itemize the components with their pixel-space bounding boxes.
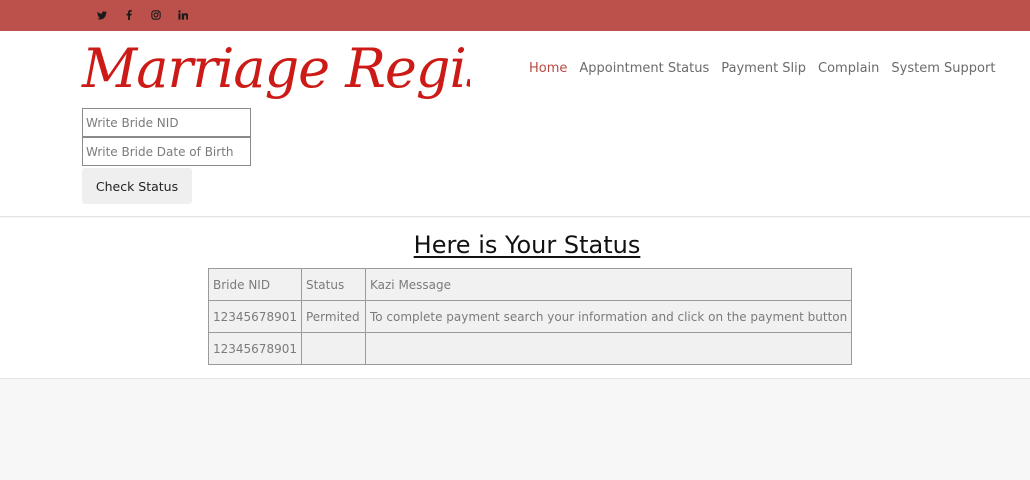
bride-nid-input[interactable]: [82, 108, 251, 137]
instagram-icon[interactable]: [142, 8, 169, 22]
header-status: Status: [300, 268, 366, 301]
cell-kazi-message: To complete payment search your informat…: [364, 300, 853, 333]
facebook-icon[interactable]: [115, 8, 142, 22]
cell-status: Permited: [300, 300, 366, 333]
nav-appointment-status[interactable]: Appointment Status: [573, 61, 715, 76]
site-logo[interactable]: Marriage Register: [80, 31, 470, 109]
status-check-form: Check Status: [82, 108, 251, 204]
check-status-button[interactable]: Check Status: [82, 168, 192, 204]
status-title: Here is Your Status: [413, 231, 641, 259]
linkedin-icon[interactable]: [169, 8, 196, 22]
nav-complain[interactable]: Complain: [812, 61, 885, 76]
header-kazi-message: Kazi Message: [364, 268, 853, 301]
logo-text: Marriage Register: [81, 37, 470, 100]
nav-payment-slip[interactable]: Payment Slip: [715, 61, 812, 76]
status-section: Here is Your Status Bride NID Status Kaz…: [0, 218, 1030, 379]
cell-status: [300, 332, 366, 365]
cell-bride-nid: 12345678901: [208, 332, 302, 365]
table-row: 12345678901: [208, 332, 853, 365]
site-header: Marriage Register Home Appointment Statu…: [0, 31, 1030, 217]
twitter-icon[interactable]: [88, 8, 115, 22]
nav-home[interactable]: Home: [523, 61, 573, 76]
top-bar: [0, 0, 1030, 31]
cell-kazi-message: [364, 332, 853, 365]
header-bride-nid: Bride NID: [208, 268, 302, 301]
cell-bride-nid: 12345678901: [208, 300, 302, 333]
bride-dob-input[interactable]: [82, 137, 251, 166]
main-nav: Home Appointment Status Payment Slip Com…: [523, 61, 1001, 76]
table-header-row: Bride NID Status Kazi Message: [208, 268, 853, 301]
table-row: 12345678901 Permited To complete payment…: [208, 300, 853, 333]
nav-system-support[interactable]: System Support: [885, 61, 1001, 76]
status-table: Bride NID Status Kazi Message 1234567890…: [208, 268, 853, 365]
social-links: [88, 8, 196, 22]
